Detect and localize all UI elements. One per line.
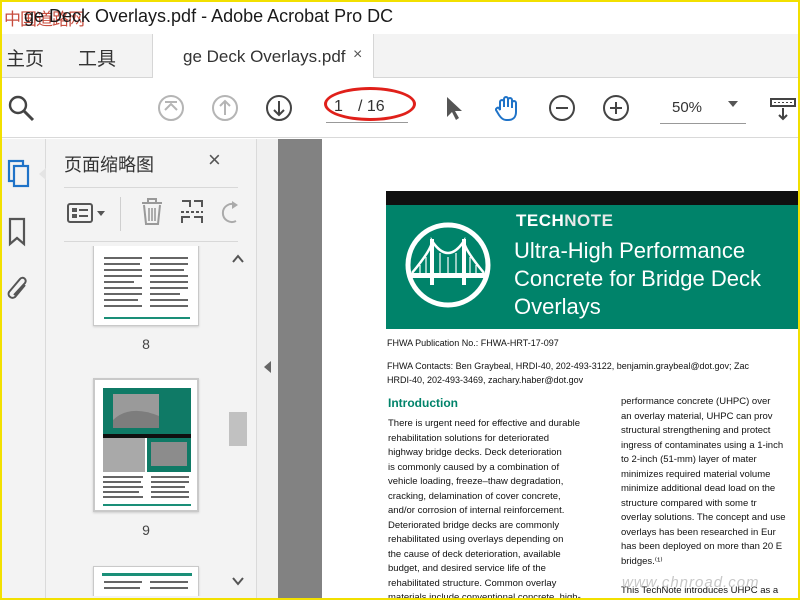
- scroll-mode-icon[interactable]: [768, 93, 798, 123]
- introduction-heading: Introduction: [388, 396, 458, 410]
- text-line: ingress of contaminates using a 1-inch: [621, 439, 784, 451]
- publication-number: FHWA Publication No.: FHWA-HRT-17-097: [387, 338, 559, 348]
- text-line: structural strengthening and protect: [621, 425, 771, 436]
- tab-close-icon[interactable]: ×: [353, 46, 362, 64]
- insert-page-icon[interactable]: [178, 197, 206, 227]
- panel-close-icon[interactable]: ×: [208, 147, 221, 173]
- text-line: overlay solutions. The concept and use: [621, 512, 786, 523]
- next-page-icon[interactable]: [264, 93, 294, 123]
- text-line: rehabilitation solutions for deteriorate…: [388, 432, 550, 444]
- contacts-line-2: HRDI-40, 202-493-3469, zachary.haber@dot…: [387, 375, 584, 385]
- text-line: There is urgent need for effective and d…: [388, 418, 581, 429]
- toolbar-separator: [120, 197, 121, 231]
- pdf-page: TECHNOTE Ultra-High Performance Concrete…: [322, 139, 798, 600]
- thumbnail-page-9-preview: [103, 388, 191, 506]
- text-line: highway bridge decks. Deck deterioration: [388, 447, 562, 458]
- acrobat-window: 中国道路网 ge Deck Overlays.pdf - Adobe Acrob…: [0, 0, 800, 600]
- text-line: overlays has been researched in Eur: [621, 526, 776, 538]
- tab-bar: 主页 工具 ge Deck Overlays.pdf ×: [2, 34, 798, 79]
- left-navigation-rail: [2, 139, 47, 598]
- text-line: rehabilitated structure. Common overlay: [388, 577, 557, 589]
- header-black-bar: [386, 191, 798, 205]
- search-icon[interactable]: [6, 93, 36, 123]
- thumbnail-page-number: 9: [142, 522, 150, 538]
- bridge-logo-icon: [405, 222, 491, 308]
- annotation-red-circle: [324, 87, 416, 121]
- technote-note: NOTE: [564, 211, 614, 230]
- trash-icon[interactable]: [138, 197, 166, 227]
- footer-watermark: www.chnroad.com: [622, 574, 760, 591]
- panel-divider-lower: [64, 241, 238, 242]
- thumbnail-options-icon[interactable]: [66, 201, 110, 227]
- title-bar: 中国道路网 ge Deck Overlays.pdf - Adobe Acrob…: [2, 2, 798, 34]
- rotate-icon[interactable]: [218, 199, 242, 227]
- thumbnail-page-8-preview: [104, 257, 190, 319]
- toolbar: 1 / 16 50%: [2, 78, 798, 138]
- text-line: to 2-inch (51-mm) layer of mater: [621, 454, 757, 465]
- zoom-in-icon[interactable]: [601, 93, 631, 123]
- thumbnail-list: 8 9: [46, 246, 228, 596]
- technote-label: TECHNOTE: [516, 211, 614, 231]
- header-green-band: TECHNOTE Ultra-High Performance Concrete…: [386, 205, 798, 329]
- first-page-icon[interactable]: [156, 93, 186, 123]
- zoom-underline: [660, 123, 746, 124]
- thumbnail-scrollbar[interactable]: [228, 246, 248, 596]
- chevron-down-icon: [728, 101, 738, 107]
- previous-page-icon[interactable]: [210, 93, 240, 123]
- panel-title: 页面缩略图: [64, 155, 154, 175]
- text-line: has been deployed on more than 20 E: [621, 541, 783, 552]
- technote-tech: TECH: [516, 211, 565, 230]
- text-line: materials include conventional concrete,…: [388, 592, 581, 600]
- tab-home[interactable]: 主页: [6, 44, 44, 71]
- text-line: and/or corrosion of internal reinforceme…: [388, 505, 565, 516]
- hand-tool-icon[interactable]: [492, 93, 522, 123]
- text-line: rehabilitated using overlays depending o…: [388, 534, 564, 545]
- thumbnail-page-9[interactable]: [93, 378, 199, 512]
- text-line: structure compared with some tr: [621, 497, 757, 509]
- collapse-arrow-icon[interactable]: [264, 361, 271, 373]
- page-thumbnails-icon[interactable]: [6, 159, 32, 189]
- panel-divider: [64, 187, 238, 188]
- text-line: minimizes required material volume: [621, 468, 771, 480]
- text-line: budget, and desired service life of the: [388, 563, 546, 574]
- tab-document-label: ge Deck Overlays.pdf: [183, 47, 346, 66]
- text-line: is commonly caused by a combination of: [388, 461, 560, 473]
- zoom-value: 50%: [672, 99, 703, 116]
- body-column-2: performance concrete (UHPC) over an over…: [621, 395, 798, 598]
- text-line: Deteriorated bridge decks are commonly: [388, 519, 560, 531]
- scrollbar-thumb[interactable]: [229, 412, 247, 446]
- contacts-line-1: FHWA Contacts: Ben Graybeal, HRDI-40, 20…: [387, 361, 749, 371]
- body-column-1: There is urgent need for effective and d…: [388, 417, 606, 600]
- text-line: performance concrete (UHPC) over: [621, 396, 771, 407]
- zoom-select[interactable]: 50%: [658, 92, 748, 124]
- text-line: vehicle loading, freeze–thaw degradation…: [388, 476, 564, 487]
- text-line: cracking, delamination of cover concrete…: [388, 490, 561, 502]
- bookmark-icon[interactable]: [6, 217, 28, 247]
- thumbnail-page-10[interactable]: [93, 566, 199, 596]
- tab-document[interactable]: ge Deck Overlays.pdf ×: [152, 34, 374, 79]
- text-line: bridges.⁽¹⁾: [621, 555, 663, 567]
- attachment-icon[interactable]: [5, 273, 31, 305]
- scroll-up-icon[interactable]: [232, 254, 244, 264]
- page-field-underline: [326, 122, 408, 123]
- panel-collapse-bar[interactable]: [256, 139, 278, 598]
- text-line: minimize additional dead load on the: [621, 483, 776, 494]
- scroll-down-icon[interactable]: [232, 576, 244, 586]
- window-title: ge Deck Overlays.pdf - Adobe Acrobat Pro…: [24, 6, 394, 26]
- document-viewport[interactable]: TECHNOTE Ultra-High Performance Concrete…: [278, 139, 798, 600]
- thumbnail-page-10-preview: [102, 573, 192, 589]
- zoom-out-icon[interactable]: [547, 93, 577, 123]
- text-line: the cause of deck deterioration, availab…: [388, 548, 561, 560]
- thumbnail-page-number: 8: [142, 336, 150, 352]
- select-cursor-icon[interactable]: [438, 93, 468, 123]
- text-line: an overlay material, UHPC can prov: [621, 410, 773, 422]
- thumbnail-page-8[interactable]: [93, 246, 199, 326]
- document-headline: Ultra-High Performance Concrete for Brid…: [514, 238, 761, 319]
- tab-tools[interactable]: 工具: [78, 44, 116, 71]
